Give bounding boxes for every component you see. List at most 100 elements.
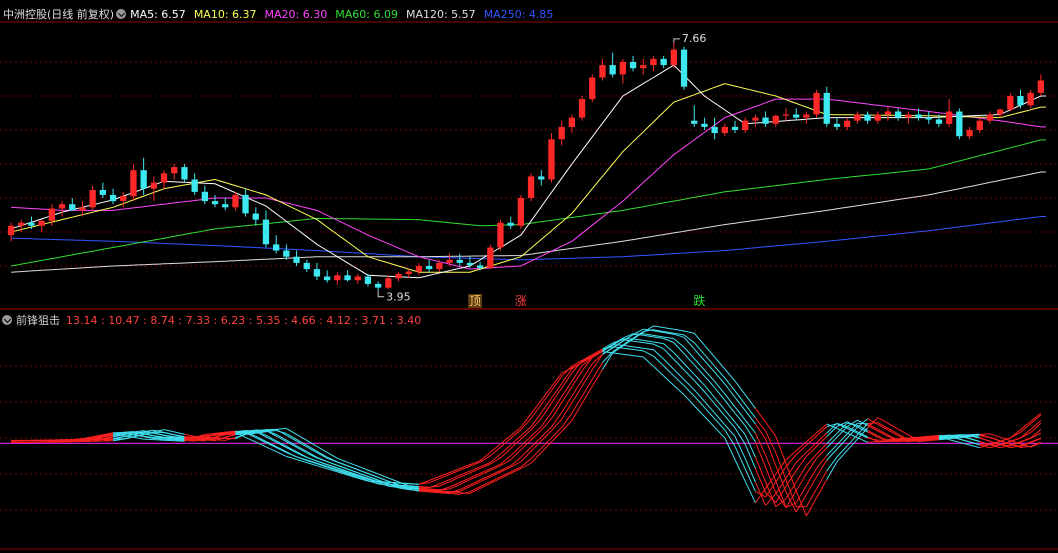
candle-body <box>823 92 830 124</box>
indicator-line-1 <box>724 437 736 460</box>
candle-body <box>854 114 861 121</box>
indicator-line-9 <box>1020 445 1031 448</box>
candle-body <box>283 250 290 257</box>
indicator-line-4 <box>643 342 654 345</box>
indicator-line-4 <box>673 359 685 371</box>
indicator-line-7 <box>765 454 777 482</box>
indicator-line-2 <box>959 438 970 443</box>
candle-body <box>48 208 55 221</box>
indicator-line-3 <box>275 446 287 453</box>
indicator-line-7 <box>693 358 705 371</box>
candle-body <box>680 49 688 87</box>
indicator-line-5 <box>643 339 654 343</box>
candle-body <box>782 114 790 116</box>
candle-body <box>1037 80 1044 93</box>
candle-body <box>466 262 474 266</box>
candle-body <box>171 167 178 174</box>
indicator-line-10 <box>276 427 287 430</box>
indicator-line-1 <box>408 483 419 485</box>
indicator-line-7 <box>704 369 715 382</box>
candle-body <box>935 119 943 124</box>
indicator-line-3 <box>693 389 705 402</box>
candle-body <box>344 275 351 281</box>
indicator-line-7 <box>673 338 685 348</box>
indicator-line-5 <box>429 489 440 491</box>
indicator-line-9 <box>581 379 593 397</box>
indicator-line-3 <box>704 400 715 414</box>
indicator-line-5 <box>693 373 705 386</box>
indicator-line-7 <box>1030 437 1042 443</box>
signal-label: 涨 <box>515 293 527 308</box>
indicator-line-1 <box>153 439 165 441</box>
indicator-line-8 <box>714 371 726 385</box>
candle-body <box>456 259 463 263</box>
candle-body <box>120 196 127 201</box>
indicator-line-5 <box>633 338 644 341</box>
indicator-line-1 <box>1030 412 1042 422</box>
high-label: 7.66 <box>682 32 707 45</box>
indicator-line-3 <box>744 458 756 483</box>
indicator-line-10 <box>653 325 664 329</box>
indicator-line-4 <box>949 434 960 437</box>
candle-body <box>446 259 453 263</box>
indicator-line-3 <box>408 485 419 488</box>
indicator-line-1 <box>642 356 654 367</box>
indicator-line-4 <box>653 343 664 350</box>
indicator-line-10 <box>805 497 818 517</box>
candle-body <box>222 204 229 208</box>
candle-body <box>487 247 494 268</box>
indicator-line-3 <box>643 347 654 351</box>
candle-body <box>130 170 137 197</box>
indicator-line-10 <box>887 422 899 430</box>
indicator-line-3 <box>734 436 746 459</box>
indicator-line-7 <box>296 445 308 453</box>
candle-body <box>895 111 902 118</box>
candle-body <box>385 278 392 288</box>
indicator-line-8 <box>327 457 338 463</box>
indicator-line-4 <box>969 438 980 443</box>
indicator-line-10 <box>836 450 848 463</box>
candle-body <box>742 120 749 130</box>
indicator-line-7 <box>408 489 419 491</box>
indicator-line-6 <box>744 425 756 443</box>
indicator-line-2 <box>428 478 440 484</box>
candle-body <box>701 123 708 127</box>
stock-chart[interactable]: 7.66 3.95 顶 涨 跌 <box>0 0 1058 553</box>
indicator-line-5 <box>653 341 664 345</box>
candle-body <box>558 126 565 140</box>
candle-body <box>303 262 310 270</box>
indicator-line-1 <box>734 459 746 482</box>
candle-body <box>670 49 677 66</box>
candle-body <box>599 65 606 78</box>
candle-body <box>426 266 433 270</box>
candle-body <box>99 190 106 195</box>
indicator-line-5 <box>673 352 685 364</box>
candle-body <box>762 117 769 124</box>
indicator-line-1 <box>428 476 440 481</box>
indicator-line-6 <box>704 375 715 388</box>
indicator-line-4 <box>693 380 705 392</box>
indicator-line-10 <box>673 328 685 332</box>
candle-body <box>79 207 86 211</box>
indicator-line-6 <box>306 452 318 459</box>
candle-body <box>395 274 402 279</box>
indicator-line-1 <box>683 394 695 406</box>
indicator-line-10 <box>286 427 297 435</box>
candle-body <box>273 244 280 251</box>
indicator-line-3 <box>612 344 623 346</box>
indicator-line-5 <box>704 384 715 398</box>
indicator-line-2 <box>683 385 695 397</box>
indicator-line-1 <box>286 455 297 460</box>
candle-body <box>844 120 851 127</box>
indicator-line-4 <box>754 468 767 493</box>
indicator-line-5 <box>663 343 675 353</box>
candle-body <box>38 220 45 226</box>
candle-body <box>252 213 259 220</box>
indicator-line-2 <box>633 349 644 352</box>
indicator-line-1 <box>775 459 787 475</box>
indicator-line-2 <box>877 439 889 441</box>
indicator-line-1 <box>663 375 675 386</box>
candle-body <box>415 266 423 272</box>
indicator-line-1 <box>969 444 980 449</box>
indicator-line-10 <box>571 403 583 421</box>
